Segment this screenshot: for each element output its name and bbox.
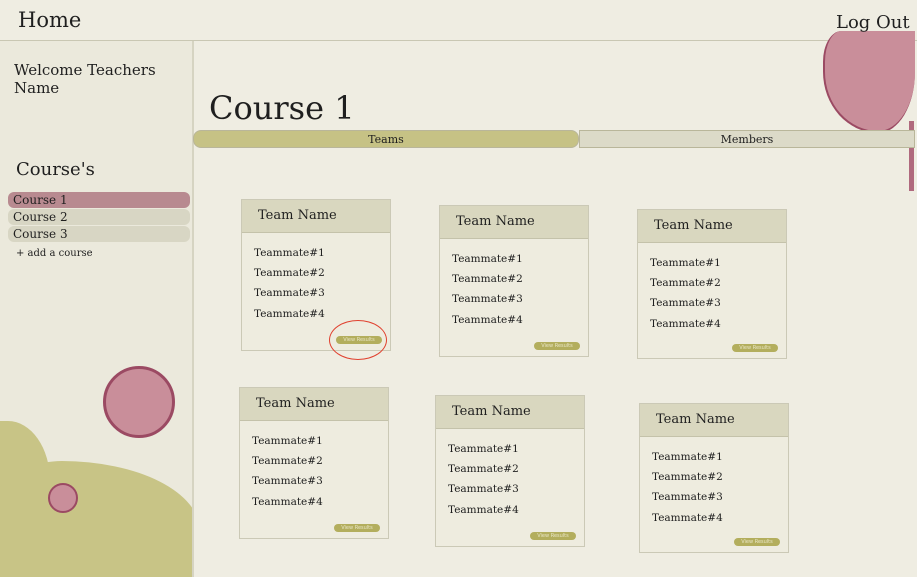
sidebar-item-course-1[interactable]: Course 1 [8, 192, 190, 208]
add-course-link[interactable]: + add a course [16, 248, 93, 259]
teammate-item: Teammate#3 [252, 475, 323, 487]
decorative-blob [0, 461, 192, 577]
teammate-item: Teammate#1 [652, 451, 723, 463]
page-title: Course 1 [209, 89, 355, 127]
teammate-item: Teammate#3 [254, 287, 325, 299]
courses-heading: Course's [16, 159, 95, 180]
team-name: Team Name [640, 404, 788, 437]
top-nav-bar: Home [0, 0, 917, 41]
welcome-text: Welcome Teachers Name [14, 61, 156, 97]
teammate-item: Teammate#4 [254, 308, 325, 320]
team-name: Team Name [242, 200, 390, 233]
teammate-item: Teammate#4 [448, 504, 519, 516]
sidebar-item-course-2[interactable]: Course 2 [8, 209, 190, 225]
teammate-item: Teammate#2 [448, 463, 519, 475]
teammate-item: Teammate#2 [252, 455, 323, 467]
team-name: Team Name [240, 388, 388, 421]
teammate-item: Teammate#1 [252, 435, 323, 447]
team-card: Team Name Teammate#1 Teammate#2 Teammate… [435, 395, 585, 547]
teammate-item: Teammate#4 [252, 496, 323, 508]
teammate-item: Teammate#1 [448, 443, 519, 455]
view-results-button[interactable]: View Results [534, 342, 580, 350]
main-content: Course 1 Teams Members Team Name Teammat… [193, 31, 917, 577]
team-card: Team Name Teammate#1 Teammate#2 Teammate… [439, 205, 589, 357]
tab-members[interactable]: Members [579, 130, 915, 148]
teammate-item: Teammate#2 [452, 273, 523, 285]
team-name: Team Name [440, 206, 588, 239]
teammate-item: Teammate#3 [452, 293, 523, 305]
decorative-circle [103, 366, 175, 438]
teammate-item: Teammate#3 [652, 491, 723, 503]
team-card: Team Name Teammate#1 Teammate#2 Teammate… [639, 403, 789, 553]
teammate-item: Teammate#4 [650, 318, 721, 330]
home-link[interactable]: Home [18, 8, 81, 32]
sidebar-item-course-3[interactable]: Course 3 [8, 226, 190, 242]
sidebar: Welcome Teachers Name Course's Course 1 … [0, 41, 194, 577]
tab-teams[interactable]: Teams [193, 130, 579, 148]
tab-bar: Teams Members [193, 130, 915, 148]
decorative-circle [48, 483, 78, 513]
teammate-item: Teammate#4 [652, 512, 723, 524]
view-results-button[interactable]: View Results [530, 532, 576, 540]
teammate-item: Teammate#3 [650, 297, 721, 309]
highlight-annotation [329, 320, 387, 360]
team-card: Team Name Teammate#1 Teammate#2 Teammate… [239, 387, 389, 539]
teammate-item: Teammate#1 [254, 247, 325, 259]
team-name: Team Name [638, 210, 786, 243]
teammate-item: Teammate#3 [448, 483, 519, 495]
logout-link[interactable]: Log Out [836, 12, 910, 33]
teammate-item: Teammate#4 [452, 314, 523, 326]
view-results-button[interactable]: View Results [334, 524, 380, 532]
teammate-item: Teammate#2 [254, 267, 325, 279]
teammate-item: Teammate#1 [452, 253, 523, 265]
view-results-button[interactable]: View Results [734, 538, 780, 546]
view-results-button[interactable]: View Results [732, 344, 778, 352]
decorative-blob [823, 31, 915, 133]
teammate-item: Teammate#2 [650, 277, 721, 289]
team-name: Team Name [436, 396, 584, 429]
team-card: Team Name Teammate#1 Teammate#2 Teammate… [637, 209, 787, 359]
teammate-item: Teammate#1 [650, 257, 721, 269]
teammate-item: Teammate#2 [652, 471, 723, 483]
